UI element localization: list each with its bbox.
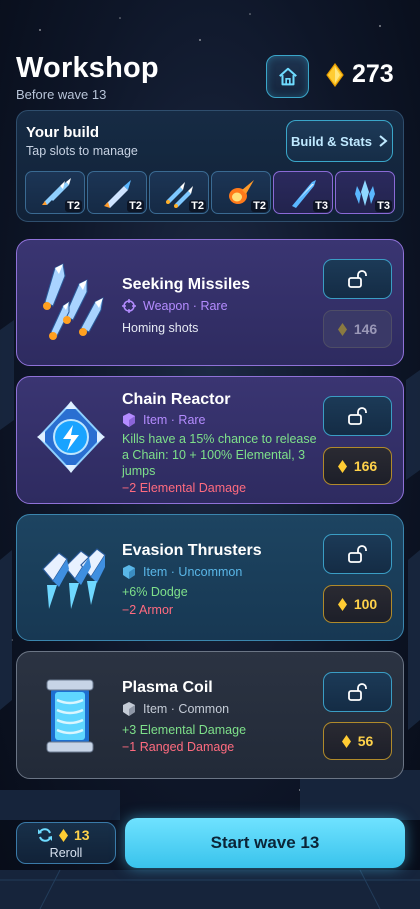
buy-button[interactable]: 166 [323, 447, 392, 485]
gold-gem-icon [326, 62, 344, 87]
buy-button[interactable]: 146 [323, 310, 392, 348]
page-title: Workshop [16, 52, 159, 84]
item-effect-positive: +6% Dodge [122, 585, 188, 599]
item-type-label: Weapon · Rare [143, 299, 228, 313]
cube-icon [123, 565, 135, 579]
item-price: 56 [357, 733, 374, 749]
reroll-label: Reroll [49, 846, 83, 860]
chevron-right-icon [379, 135, 388, 147]
unlock-icon [347, 407, 367, 425]
build-title: Your build [26, 124, 100, 141]
build-slot[interactable]: T2 [211, 171, 271, 214]
build-slot[interactable]: T2 [149, 171, 209, 214]
build-stats-button[interactable]: Build & Stats [286, 120, 393, 162]
refresh-icon [38, 828, 52, 842]
item-type-label: Item · Uncommon [143, 565, 243, 579]
item-price: 166 [353, 458, 378, 474]
item-effect: Homing shots [122, 321, 199, 335]
item-effect-negative: −2 Elemental Damage [122, 481, 247, 495]
gold-amount: 273 [352, 60, 394, 88]
item-type-label: Item · Common [143, 702, 230, 716]
lock-button[interactable] [323, 672, 392, 712]
slot-tier: T2 [251, 200, 268, 212]
unlock-icon [347, 270, 367, 288]
slot-tier: T2 [127, 200, 144, 212]
shop-item-card[interactable]: Seeking Missiles Weapon · Rare Homing sh… [16, 239, 404, 366]
gold-counter: 273 [326, 60, 394, 89]
unlock-icon [347, 683, 367, 701]
item-type: Weapon · Rare [122, 299, 228, 313]
plasma-coil-icon [46, 679, 94, 753]
item-name: Chain Reactor [122, 391, 231, 408]
build-slot[interactable]: T3 [335, 171, 395, 214]
item-name: Seeking Missiles [122, 276, 251, 293]
item-price: 146 [353, 321, 378, 337]
home-icon [278, 67, 297, 85]
reroll-cost-row: 13 [37, 827, 90, 843]
slot-tier: T2 [65, 200, 82, 212]
build-slot[interactable]: T3 [273, 171, 333, 214]
cube-icon [123, 702, 135, 716]
gold-gem-icon [341, 734, 351, 748]
shop-item-card[interactable]: Evasion Thrusters Item · Uncommon +6% Do… [16, 514, 404, 641]
shop-item-card[interactable]: Chain Reactor Item · Rare Kills have a 1… [16, 376, 404, 504]
build-slots: T2 T2 T2 T2 T3 T3 [25, 171, 395, 214]
item-effect-negative: −2 Armor [122, 603, 174, 617]
lock-button[interactable] [323, 396, 392, 436]
build-panel: Your build Tap slots to manage Build & S… [16, 110, 404, 222]
evasion-thrusters-icon [42, 548, 106, 609]
start-wave-button[interactable]: Start wave 13 [125, 818, 405, 868]
chain-reactor-icon [37, 401, 105, 473]
reroll-button[interactable]: 13 Reroll [16, 822, 116, 864]
gold-gem-icon [337, 459, 347, 473]
wave-subtitle: Before wave 13 [16, 87, 107, 102]
gold-gem-icon [59, 828, 68, 842]
slot-tier: T2 [189, 200, 206, 212]
slot-tier: T3 [313, 200, 330, 212]
item-effect-positive: Kills have a 15% chance to release a Cha… [122, 432, 317, 478]
item-name: Evasion Thrusters [122, 542, 262, 559]
item-effect-negative: −1 Ranged Damage [122, 740, 235, 754]
gold-gem-icon [337, 597, 347, 611]
slot-tier: T3 [375, 200, 392, 212]
build-stats-label: Build & Stats [291, 133, 372, 149]
lock-button[interactable] [323, 534, 392, 574]
item-effect-positive: +3 Elemental Damage [122, 723, 247, 737]
cube-icon [123, 413, 135, 427]
build-subtitle: Tap slots to manage [26, 144, 138, 158]
item-name: Plasma Coil [122, 679, 213, 696]
item-type: Item · Rare [122, 413, 206, 427]
item-type-label: Item · Rare [143, 413, 206, 427]
item-price: 100 [353, 596, 378, 612]
item-type: Item · Common [122, 702, 229, 716]
reroll-cost: 13 [74, 827, 90, 843]
buy-button[interactable]: 56 [323, 722, 392, 760]
crosshair-icon [122, 299, 136, 313]
buy-button[interactable]: 100 [323, 585, 392, 623]
build-slot[interactable]: T2 [87, 171, 147, 214]
item-type: Item · Uncommon [122, 565, 242, 579]
gold-gem-icon [337, 322, 347, 336]
seeking-missiles-icon [43, 263, 104, 340]
lock-button[interactable] [323, 259, 392, 299]
build-slot[interactable]: T2 [25, 171, 85, 214]
unlock-icon [347, 545, 367, 563]
home-button[interactable] [266, 55, 309, 98]
shop-item-card[interactable]: Plasma Coil Item · Common +3 Elemental D… [16, 651, 404, 779]
